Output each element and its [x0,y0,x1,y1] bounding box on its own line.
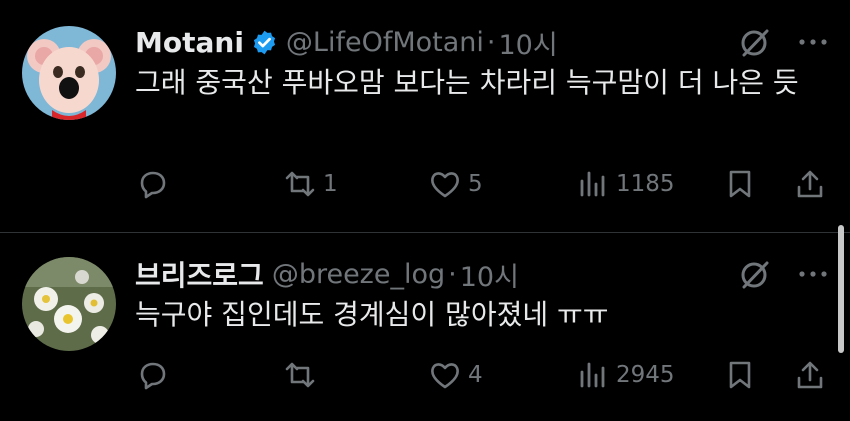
share-icon [797,361,823,389]
avatar[interactable] [22,26,116,120]
separator-dot: · [486,26,496,58]
tweet-time[interactable]: 10시 [499,23,558,62]
retweet-icon [285,171,315,197]
author-handle[interactable]: @LifeOfMotani [286,27,484,58]
retweet-count: 1 [323,171,338,197]
like-button[interactable]: 5 [428,164,483,204]
author-name[interactable]: Motani [135,26,244,59]
bookmark-button[interactable] [723,355,757,395]
like-count: 5 [468,171,483,197]
tweet[interactable]: 브리즈로그 @breeze_log · 10시 늑구야 집인데도 경계심이 많아… [0,233,850,421]
like-icon [431,363,459,389]
more-icon[interactable] [793,257,833,291]
retweet-button[interactable] [283,355,323,395]
retweet-button[interactable]: 1 [283,164,338,204]
reply-button[interactable] [136,164,170,204]
reply-button[interactable] [136,355,170,395]
grok-icon[interactable] [738,25,772,59]
tweet[interactable]: Motani @LifeOfMotani · 10시 그래 중국산 푸바오맘 보… [0,0,850,232]
avatar[interactable] [22,257,116,351]
tweet-time[interactable]: 10시 [460,255,519,294]
bookmark-icon [729,361,751,389]
more-icon[interactable] [793,25,833,59]
share-icon [797,170,823,198]
like-icon [431,172,459,198]
author-name[interactable]: 브리즈로그 [135,254,264,294]
like-count: 4 [468,362,483,388]
bookmark-button[interactable] [723,164,757,204]
share-button[interactable] [793,355,827,395]
reply-icon [140,171,166,199]
grok-icon[interactable] [738,257,772,291]
reply-icon [140,362,166,390]
author-handle[interactable]: @breeze_log [272,259,445,290]
views-icon [580,171,605,197]
tweet-text: 그래 중국산 푸바오맘 보다는 차라리 늑구맘이 더 나은 듯 [135,66,799,99]
like-button[interactable]: 4 [428,355,483,395]
views-button[interactable]: 1185 [576,164,675,204]
views-count: 2945 [616,362,675,388]
share-button[interactable] [793,164,827,204]
verified-badge-icon [253,30,275,54]
views-count: 1185 [616,171,675,197]
views-icon [580,362,605,388]
scrollbar[interactable] [838,225,844,353]
retweet-icon [285,362,315,388]
tweet-text: 늑구야 집인데도 경계심이 많아졌네 ㅠㅠ [135,298,609,331]
views-button[interactable]: 2945 [576,355,675,395]
bookmark-icon [729,170,751,198]
separator-dot: · [448,258,457,290]
